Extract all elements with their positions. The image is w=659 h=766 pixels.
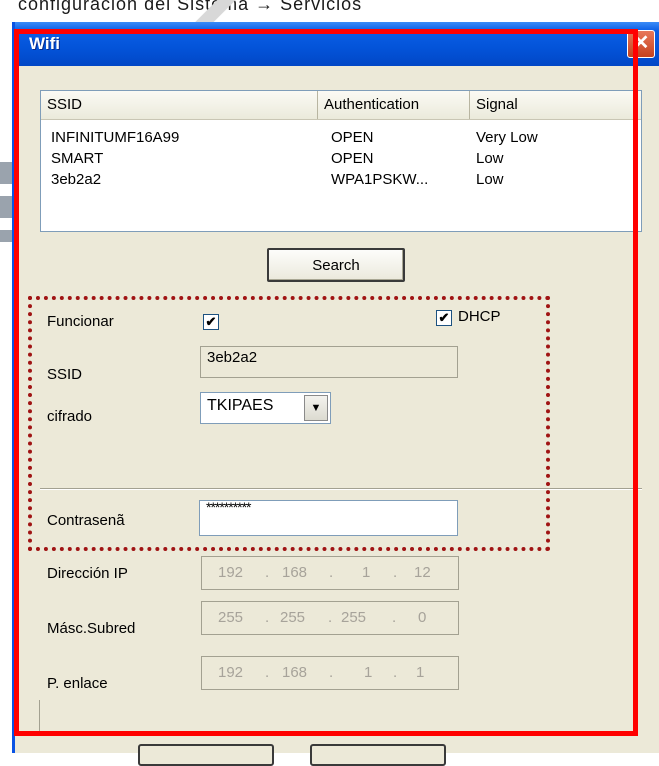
table-row[interactable]: SMART OPEN Low [41,148,641,169]
cifrado-label: cifrado [47,408,93,425]
subnet-label: Másc.Subred [47,620,136,637]
cifrado-selected-value: TKIPAES [207,397,274,414]
ip-label: Dirección IP [47,565,128,582]
ip-dot: . [393,564,398,581]
subnet-octet: 255 [218,609,244,626]
password-field[interactable]: ********** [199,500,458,536]
table-row[interactable]: INFINITUMF16A99 OPEN Very Low [41,127,641,148]
network-list[interactable]: SSID Authentication Signal INFINITUMF16A… [40,90,642,232]
check-icon: ✔ [438,310,450,325]
gateway-dot: . [265,664,270,681]
ssid-field[interactable]: 3eb2a2 [200,346,458,378]
row-ssid: INFINITUMF16A99 [51,129,180,146]
subnet-octet: 255 [341,609,367,626]
gateway-octet: 1 [364,664,373,681]
row-authentication: WPA1PSKW... [331,171,429,188]
ssid-label: SSID [47,366,83,383]
row-signal: Low [476,171,504,188]
background-left-strip [0,22,12,753]
column-header-signal[interactable]: Signal [470,91,635,119]
row-ssid: SMART [51,150,104,167]
gateway-octet: 1 [416,664,425,681]
background-decoration [180,0,250,22]
row-authentication: OPEN [331,150,374,167]
dhcp-checkbox[interactable]: ✔ [436,310,452,326]
group-border [39,700,40,731]
close-button[interactable]: ✕ [627,30,655,58]
search-button[interactable]: Search [267,248,405,282]
dhcp-label: DHCP [458,308,501,325]
chevron-down-icon[interactable]: ▼ [304,395,328,421]
table-row[interactable]: 3eb2a2 WPA1PSKW... Low [41,169,641,190]
subnet-octet: 255 [280,609,306,626]
funcionar-checkbox[interactable]: ✔ [203,314,219,330]
gateway-octet: 192 [218,664,244,681]
gateway-octet: 168 [282,664,308,681]
password-label: Contrasenã [47,512,125,529]
subnet-field[interactable]: 255 . 255 . 255 . 0 [201,601,459,635]
ip-dot: . [265,564,270,581]
column-header-ssid[interactable]: SSID [41,91,318,119]
close-icon: ✕ [632,32,650,54]
ip-dot: . [329,564,334,581]
window-title: Wifi [29,34,61,53]
row-signal: Very Low [476,129,538,146]
gateway-field[interactable]: 192 . 168 . 1 . 1 [201,656,459,690]
subnet-octet: 0 [418,609,427,626]
separator [40,488,642,490]
row-authentication: OPEN [331,129,374,146]
check-icon: ✔ [205,314,217,329]
funcionar-label: Funcionar [47,313,114,330]
gateway-label: P. enlace [47,675,108,692]
ip-address-field[interactable]: 192 . 168 . 1 . 12 [201,556,459,590]
ip-octet: 12 [414,564,431,581]
list-header: SSID Authentication Signal [41,91,641,120]
row-ssid: 3eb2a2 [51,171,102,188]
subnet-dot: . [328,609,333,626]
cancel-button[interactable] [310,744,446,766]
titlebar[interactable]: Wifi ✕ [15,22,659,66]
row-signal: Low [476,150,504,167]
background-window-strip: configuración del Sistema → Servicios [0,0,659,22]
gateway-dot: . [393,664,398,681]
ip-octet: 192 [218,564,244,581]
subnet-dot: . [392,609,397,626]
background-glyph [0,162,12,242]
ok-button[interactable] [138,744,274,766]
ip-octet: 168 [282,564,308,581]
ip-octet: 1 [362,564,371,581]
column-header-authentication[interactable]: Authentication [318,91,470,119]
subnet-dot: . [265,609,270,626]
gateway-dot: . [329,664,334,681]
cifrado-select[interactable]: TKIPAES ▼ [200,392,331,424]
